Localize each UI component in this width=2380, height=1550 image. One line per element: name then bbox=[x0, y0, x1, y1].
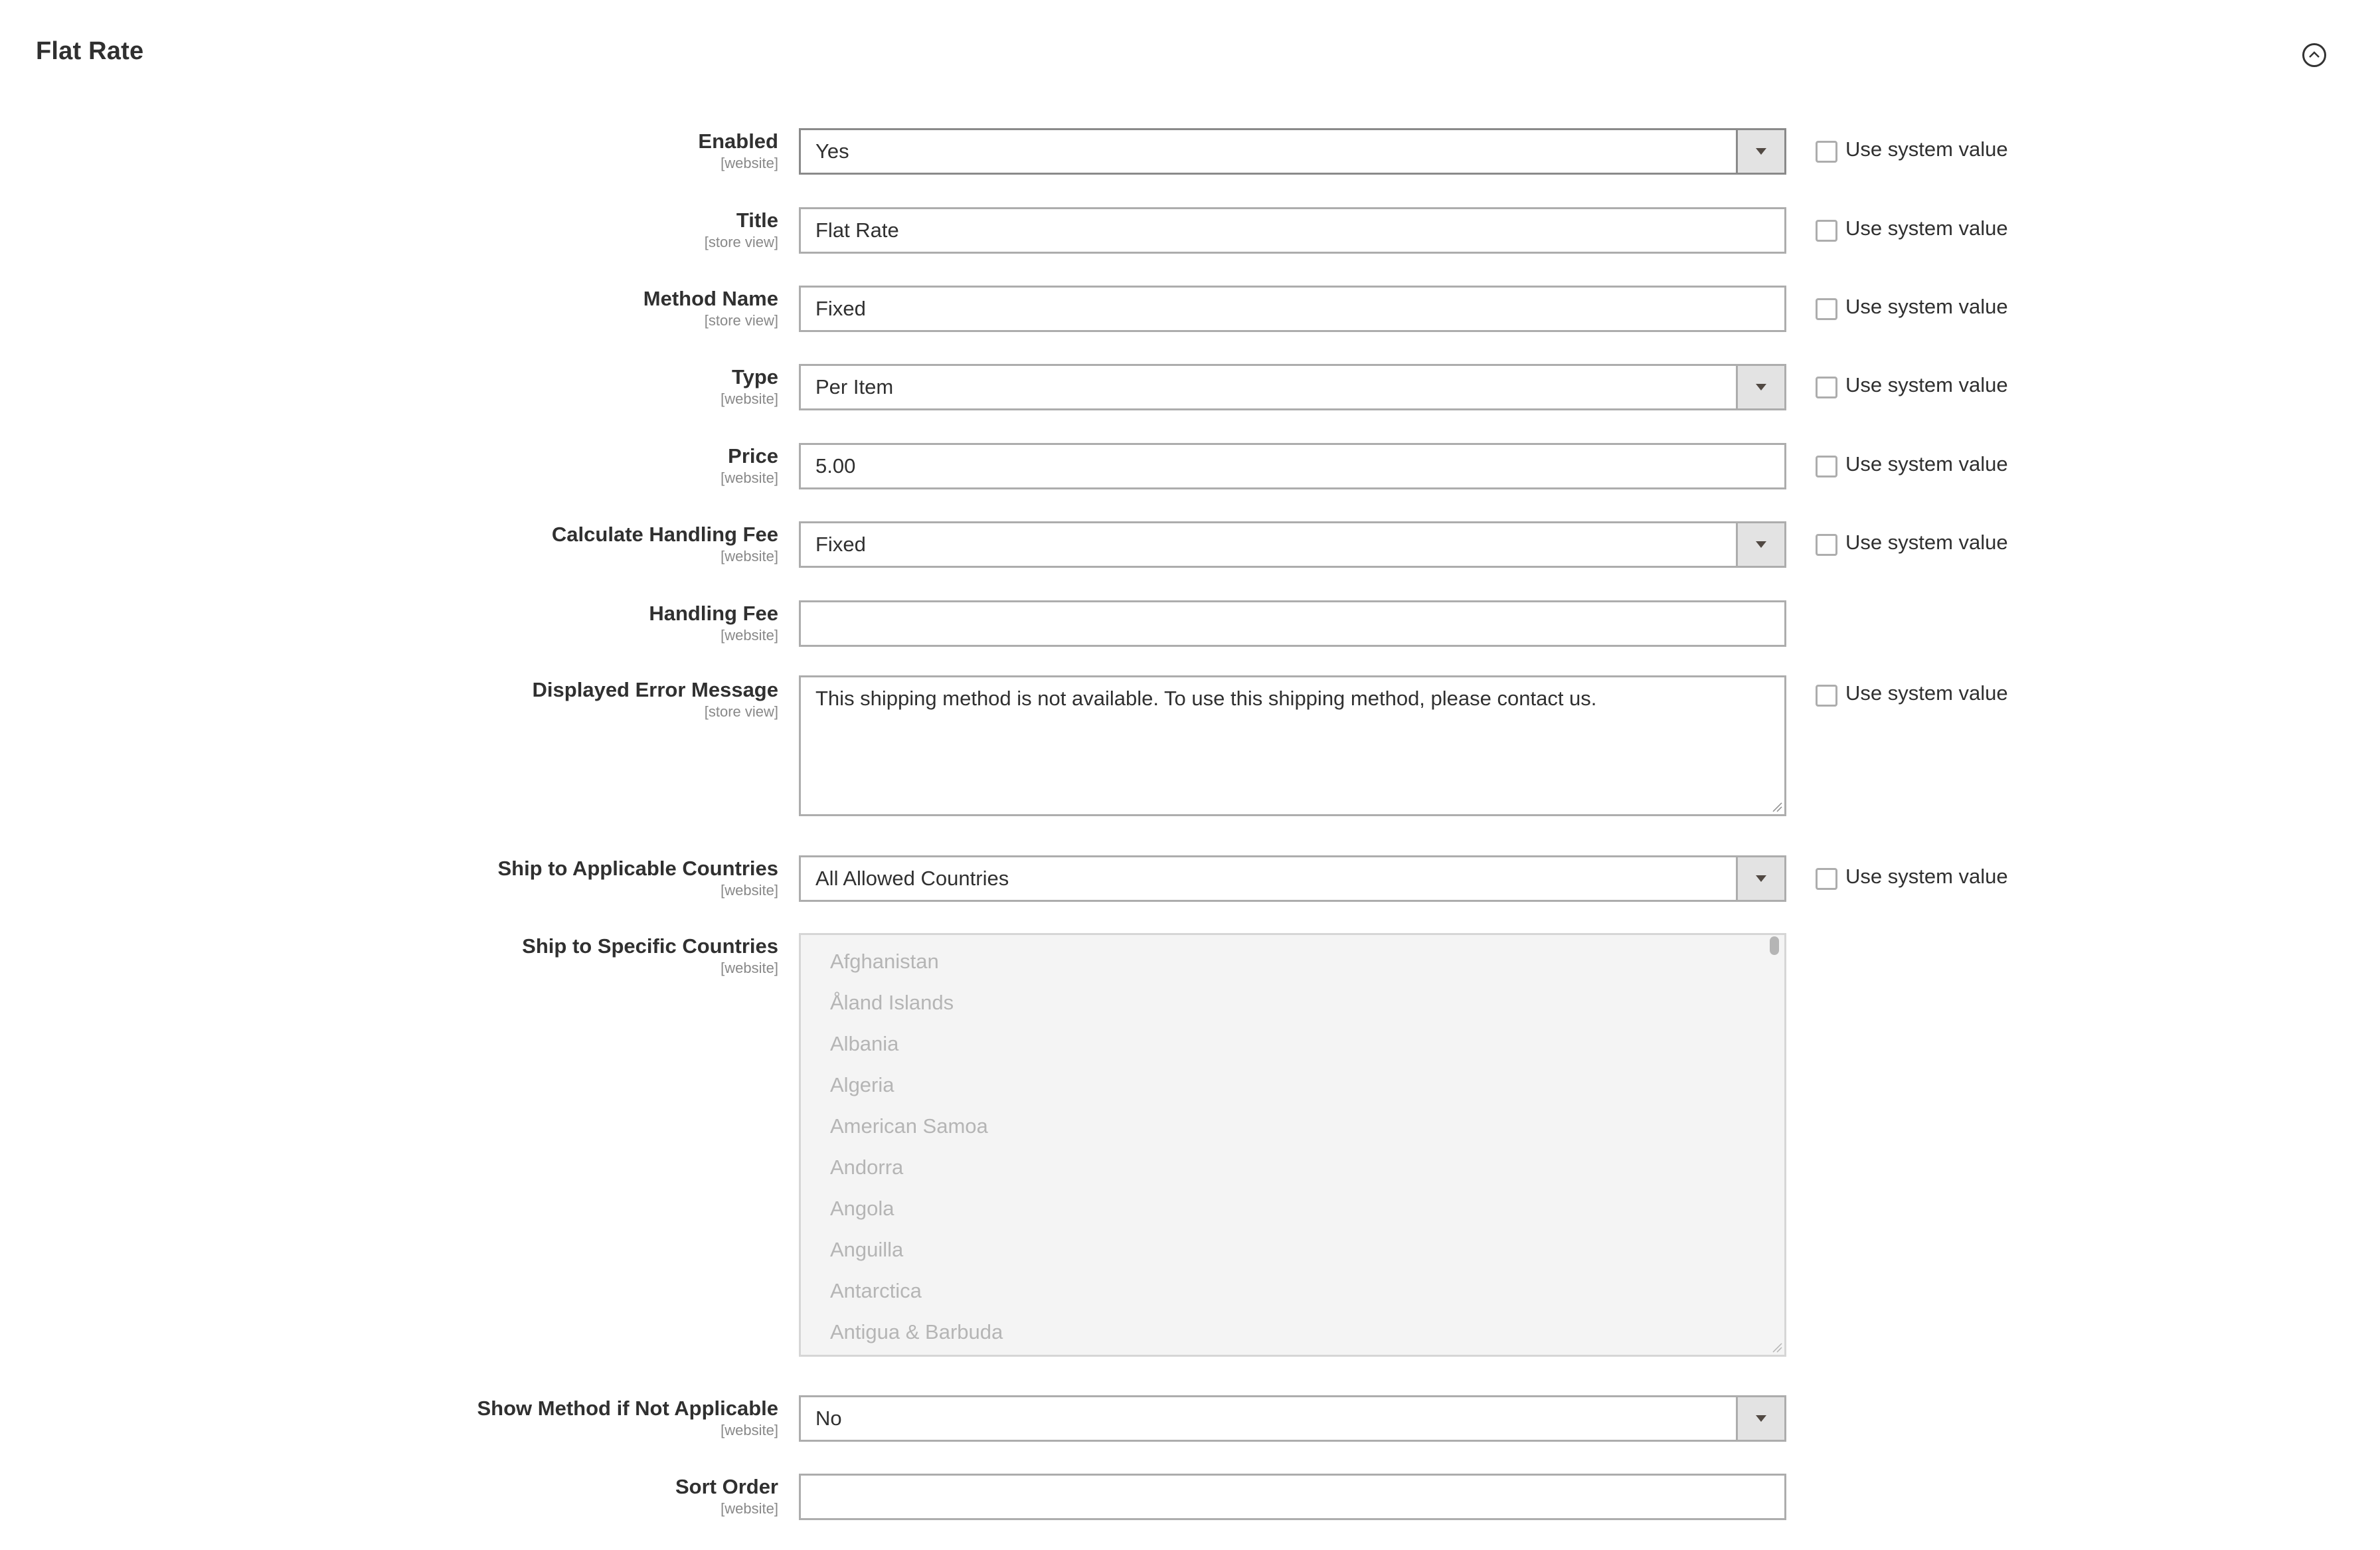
checkbox[interactable] bbox=[1816, 298, 1837, 320]
checkbox[interactable] bbox=[1816, 141, 1837, 163]
field-scope: [website] bbox=[721, 390, 778, 407]
field-scope: [website] bbox=[721, 1422, 778, 1438]
dropdown-arrow-button[interactable] bbox=[1736, 1397, 1784, 1440]
checkbox-label: Use system value bbox=[1845, 531, 2008, 554]
input-value: Flat Rate bbox=[815, 218, 899, 242]
show-method-select[interactable]: No bbox=[799, 1395, 1786, 1442]
title-input[interactable]: Flat Rate bbox=[799, 207, 1786, 254]
country-option[interactable]: Algeria bbox=[830, 1072, 894, 1098]
price-input[interactable]: 5.00 bbox=[799, 443, 1786, 489]
field-scope: [store view] bbox=[704, 703, 778, 720]
chevron-up-icon bbox=[2309, 51, 2320, 58]
checkbox[interactable] bbox=[1816, 685, 1837, 707]
country-option[interactable]: American Samoa bbox=[830, 1113, 988, 1140]
checkbox-label: Use system value bbox=[1845, 295, 2008, 318]
checkbox-label: Use system value bbox=[1845, 137, 2008, 161]
input-value: 5.00 bbox=[815, 454, 856, 477]
caret-down-icon bbox=[1756, 1415, 1766, 1422]
textarea-value: This shipping method is not available. T… bbox=[815, 687, 1597, 710]
field-label: Method Name bbox=[643, 287, 778, 310]
field-label: Displayed Error Message bbox=[532, 678, 778, 701]
select-value: Fixed bbox=[815, 533, 866, 556]
checkbox[interactable] bbox=[1816, 220, 1837, 242]
collapse-section-button[interactable] bbox=[2302, 43, 2326, 67]
checkbox-label: Use system value bbox=[1845, 452, 2008, 475]
checkbox-label: Use system value bbox=[1845, 865, 2008, 888]
field-scope: [website] bbox=[721, 960, 778, 976]
country-option[interactable]: Albania bbox=[830, 1031, 898, 1057]
select-value: All Allowed Countries bbox=[815, 867, 1009, 890]
field-label: Ship to Specific Countries bbox=[522, 934, 778, 958]
checkbox-label: Use system value bbox=[1845, 681, 2008, 705]
country-option[interactable]: Afghanistan bbox=[830, 948, 939, 975]
applicable-countries-select[interactable]: All Allowed Countries bbox=[799, 855, 1786, 902]
type-select[interactable]: Per Item bbox=[799, 364, 1786, 410]
select-value: Per Item bbox=[815, 375, 894, 398]
dropdown-arrow-button[interactable] bbox=[1736, 366, 1784, 408]
field-label: Enabled bbox=[698, 129, 778, 153]
select-value: Yes bbox=[815, 139, 849, 163]
checkbox[interactable] bbox=[1816, 456, 1837, 477]
scrollbar-thumb[interactable] bbox=[1770, 936, 1779, 955]
calculate-handling-fee-select[interactable]: Fixed bbox=[799, 521, 1786, 568]
field-label: Show Method if Not Applicable bbox=[477, 1397, 779, 1420]
checkbox[interactable] bbox=[1816, 534, 1837, 556]
error-message-textarea[interactable]: This shipping method is not available. T… bbox=[799, 675, 1786, 816]
country-option[interactable]: Anguilla bbox=[830, 1237, 903, 1263]
resize-handle-icon[interactable] bbox=[1772, 802, 1782, 812]
method-name-input[interactable]: Fixed bbox=[799, 286, 1786, 332]
field-scope: [website] bbox=[721, 1500, 778, 1517]
caret-down-icon bbox=[1756, 875, 1766, 882]
field-label: Price bbox=[728, 444, 778, 468]
country-option[interactable]: Angola bbox=[830, 1195, 894, 1222]
section-title: Flat Rate bbox=[36, 37, 144, 65]
country-option[interactable]: Andorra bbox=[830, 1154, 903, 1181]
checkbox[interactable] bbox=[1816, 868, 1837, 890]
checkbox-label: Use system value bbox=[1845, 216, 2008, 240]
dropdown-arrow-button[interactable] bbox=[1736, 130, 1784, 173]
field-label: Sort Order bbox=[675, 1475, 778, 1498]
input-value: Fixed bbox=[815, 297, 866, 320]
field-label: Title bbox=[736, 209, 778, 232]
field-scope: [website] bbox=[721, 627, 778, 644]
caret-down-icon bbox=[1756, 148, 1766, 155]
field-scope: [store view] bbox=[704, 234, 778, 250]
caret-down-icon bbox=[1756, 384, 1766, 390]
field-label: Handling Fee bbox=[649, 602, 778, 625]
field-scope: [store view] bbox=[704, 312, 778, 329]
dropdown-arrow-button[interactable] bbox=[1736, 857, 1784, 900]
field-scope: [website] bbox=[721, 470, 778, 486]
country-option[interactable]: Åland Islands bbox=[830, 990, 954, 1016]
field-scope: [website] bbox=[721, 548, 778, 564]
checkbox-label: Use system value bbox=[1845, 373, 2008, 396]
country-option[interactable]: Antigua & Barbuda bbox=[830, 1319, 1003, 1345]
field-label: Type bbox=[731, 365, 778, 388]
enabled-select[interactable]: Yes bbox=[799, 128, 1786, 175]
field-label: Calculate Handling Fee bbox=[551, 523, 778, 546]
field-label: Ship to Applicable Countries bbox=[497, 857, 778, 880]
specific-countries-multiselect[interactable]: Afghanistan Åland Islands Albania Algeri… bbox=[799, 933, 1786, 1357]
checkbox[interactable] bbox=[1816, 377, 1837, 398]
resize-handle-icon[interactable] bbox=[1772, 1342, 1782, 1353]
field-scope: [website] bbox=[721, 882, 778, 899]
country-option[interactable]: Antarctica bbox=[830, 1278, 922, 1304]
handling-fee-input[interactable] bbox=[799, 600, 1786, 647]
select-value: No bbox=[815, 1407, 842, 1430]
field-scope: [website] bbox=[721, 155, 778, 171]
dropdown-arrow-button[interactable] bbox=[1736, 523, 1784, 566]
caret-down-icon bbox=[1756, 541, 1766, 548]
sort-order-input[interactable] bbox=[799, 1474, 1786, 1520]
